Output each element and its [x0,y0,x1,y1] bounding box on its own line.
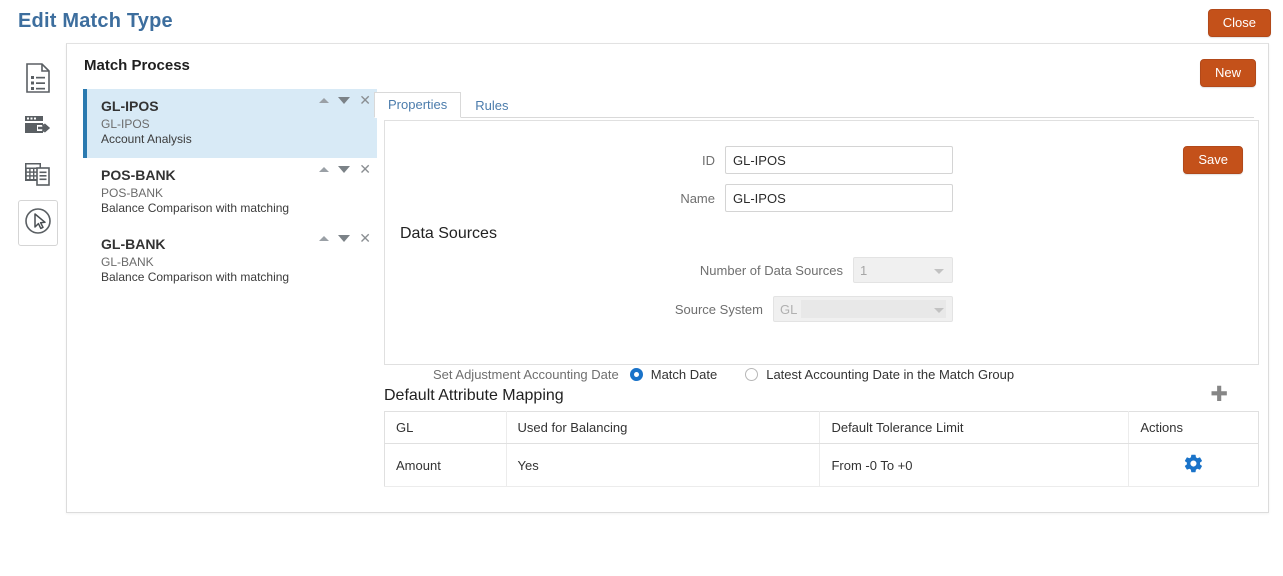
close-icon[interactable]: ✕ [359,93,371,107]
gear-icon[interactable] [1183,453,1204,477]
id-label: ID [702,152,715,168]
default-attribute-mapping-table: GL Used for Balancing Default Tolerance … [384,411,1259,487]
column-header-default-tolerance-limit: Default Tolerance Limit [819,411,1130,444]
cursor-pointer-icon [24,207,52,240]
data-sources-heading: Data Sources [400,225,497,242]
list-item[interactable]: ✕ GL-IPOS GL-IPOS Account Analysis [83,89,377,158]
radio-match-date-label: Match Date [650,367,718,382]
move-down-icon[interactable] [338,165,351,173]
list-item-tools: ✕ [319,231,371,245]
number-of-data-sources-row: Number of Data Sources 1 [433,257,953,283]
list-item-sub: POS-BANK [101,186,164,200]
list-item-desc: Account Analysis [101,132,192,146]
close-button[interactable]: Close [1207,9,1271,37]
new-button[interactable]: New [1199,59,1256,87]
tab-bar: Properties Rules [374,92,1254,118]
id-field-row: ID [433,146,953,174]
list-item-desc: Balance Comparison with matching [101,270,290,284]
name-input[interactable] [725,184,953,212]
close-icon[interactable]: ✕ [359,162,371,176]
source-system-select[interactable]: GL [773,296,953,322]
number-of-data-sources-label: Number of Data Sources [699,262,843,278]
cell-gl: Amount [384,443,507,487]
name-label: Name [680,190,715,206]
edit-match-type-page: Edit Match Type Close Match Process New … [0,0,1283,576]
page-title: Edit Match Type [18,10,173,32]
rail-item-data-load[interactable] [18,104,58,152]
tab-rules[interactable]: Rules [461,93,522,118]
move-down-icon[interactable] [338,234,351,242]
number-of-data-sources-value: 1 [860,262,868,278]
properties-panel: Save ID Name Data Sources Number of Data… [384,120,1259,382]
cell-actions [1128,443,1259,487]
chevron-down-icon [934,308,944,313]
list-item-tools: ✕ [319,93,371,107]
default-attribute-mapping-title: Default Attribute Mapping [384,387,564,404]
source-system-label: Source System [674,301,763,317]
rail-item-match-type[interactable] [18,200,58,246]
list-item-sub: GL-BANK [101,255,154,269]
cell-used-for-balancing: Yes [506,443,821,487]
list-item-sub: GL-IPOS [101,117,150,131]
source-system-row: Source System GL [433,296,953,322]
list-item[interactable]: ✕ GL-BANK GL-BANK Balance Comparison wit… [83,227,377,296]
data-load-icon [24,114,52,143]
match-process-card: Match Process New ✕ GL-IPOS GL-IPOS Acco… [66,43,1269,513]
move-down-icon[interactable] [338,96,351,104]
tab-properties[interactable]: Properties [374,92,462,118]
cell-default-tolerance-limit: From -0 To +0 [819,443,1130,487]
id-input[interactable] [725,146,953,174]
table-header-row: GL Used for Balancing Default Tolerance … [384,411,1259,444]
table-row[interactable]: Amount Yes From -0 To +0 [384,443,1259,487]
save-button[interactable]: Save [1183,146,1243,174]
list-item[interactable]: ✕ POS-BANK POS-BANK Balance Comparison w… [83,158,377,227]
rail-item-report-grid[interactable] [18,152,58,200]
column-header-used-for-balancing: Used for Balancing [506,411,821,444]
card-heading: Match Process [84,57,190,74]
source-system-value: GL [780,301,798,317]
match-process-list: ✕ GL-IPOS GL-IPOS Account Analysis ✕ POS… [83,89,377,296]
source-system-input-area [801,300,946,318]
column-header-actions: Actions [1128,411,1259,444]
set-adjustment-accounting-date-row: Set Adjustment Accounting Date Match Dat… [433,367,1014,382]
plus-icon[interactable]: ✚ [1210,384,1228,405]
move-up-icon[interactable] [319,166,330,172]
radio-latest-accounting-date[interactable] [745,368,759,381]
move-up-icon[interactable] [319,97,330,103]
set-adjustment-accounting-date-label: Set Adjustment Accounting Date [433,367,619,382]
left-icon-rail [18,56,58,246]
number-of-data-sources-select[interactable]: 1 [853,257,953,283]
document-list-icon [25,62,51,98]
radio-match-date[interactable] [629,368,643,381]
rail-item-document-list[interactable] [18,56,58,104]
column-header-gl: GL [384,411,507,444]
name-field-row: Name [433,184,953,212]
close-icon[interactable]: ✕ [359,231,371,245]
report-grid-icon [24,161,52,192]
move-up-icon[interactable] [319,235,330,241]
chevron-down-icon [934,269,944,274]
radio-latest-accounting-date-label: Latest Accounting Date in the Match Grou… [766,367,1015,382]
list-item-tools: ✕ [319,162,371,176]
list-item-desc: Balance Comparison with matching [101,201,290,215]
